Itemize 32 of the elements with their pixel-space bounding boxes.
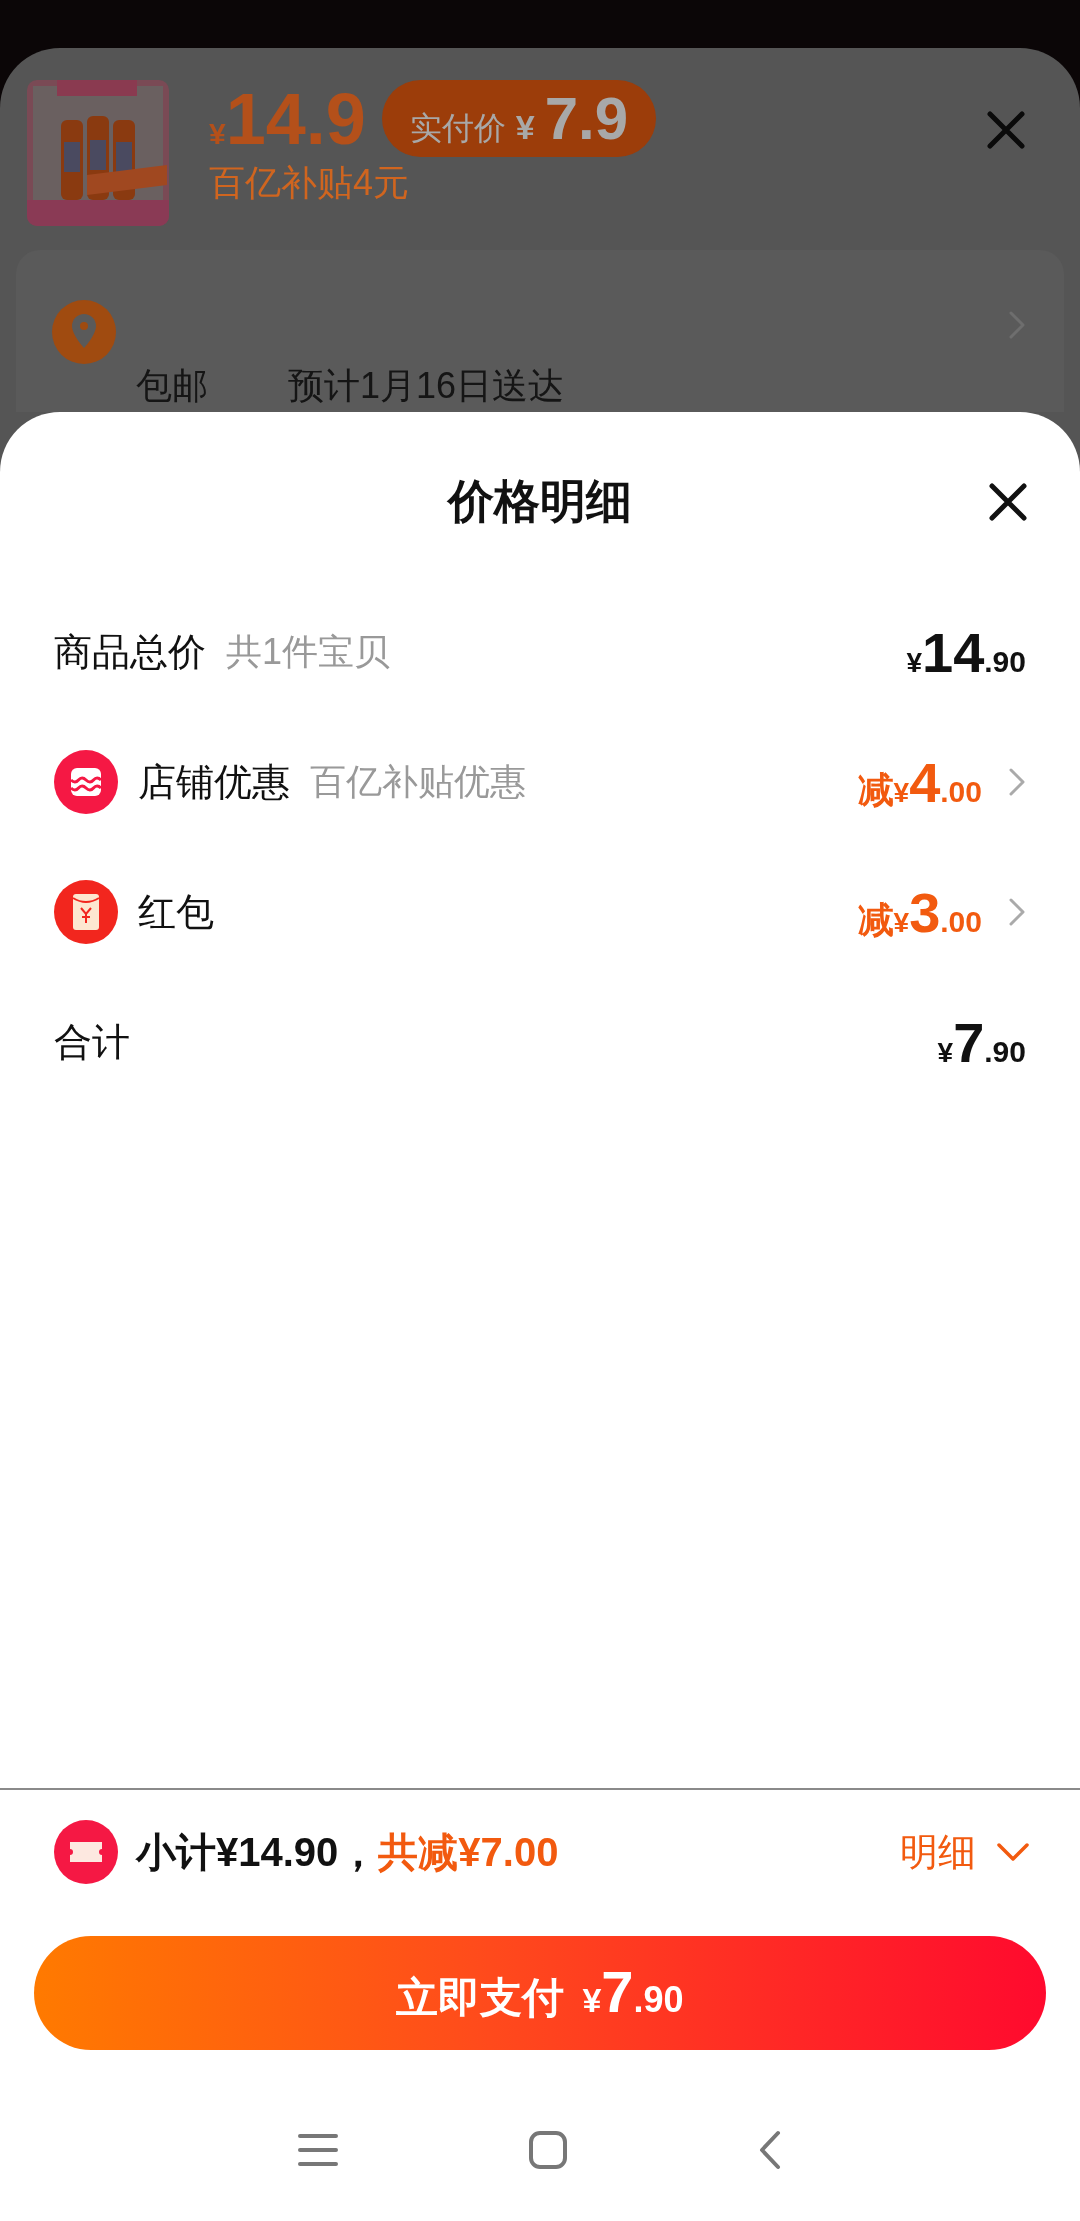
- store-icon: [54, 750, 118, 814]
- back-icon[interactable]: [758, 2130, 782, 2170]
- discount-row[interactable]: 店铺优惠 百亿补贴优惠 减¥4.00: [0, 717, 1080, 847]
- menu-icon[interactable]: [298, 2133, 338, 2167]
- chevron-right-icon: [1008, 767, 1026, 797]
- row-label: 商品总价: [54, 629, 206, 675]
- pay-button[interactable]: 立即支付 ¥7.90: [34, 1936, 1046, 2050]
- row-note: 百亿补贴优惠: [310, 759, 526, 804]
- chevron-right-icon: [1008, 897, 1026, 927]
- delivery-estimate: 预计1月16日送达: [288, 364, 565, 408]
- reduction-text: 共减¥7.00: [378, 1828, 559, 1876]
- row-label: 红包: [138, 889, 214, 935]
- discount-amount: 减¥4.00: [857, 749, 982, 815]
- discount-row[interactable]: 红包 减¥3.00: [0, 847, 1080, 977]
- row-label: 合计: [54, 1019, 130, 1065]
- subtotal-text: 小计¥14.90，: [136, 1828, 379, 1876]
- shipping-text: 包邮: [136, 364, 208, 408]
- sheet-title: 价格明细: [448, 474, 632, 529]
- envelope-icon: [54, 880, 118, 944]
- actual-price-badge: 实付价 ¥ 7.9: [381, 80, 657, 157]
- location-icon: [52, 300, 116, 364]
- subsidy-text: 百亿补贴4元: [209, 161, 411, 205]
- discount-amount: 减¥3.00: [857, 879, 982, 945]
- row-label: 店铺优惠: [138, 759, 290, 805]
- row-note: 共1件宝贝: [226, 629, 391, 674]
- price-amount: ¥7.90: [937, 1009, 1026, 1075]
- coupon-icon: [54, 1820, 118, 1884]
- product-price: ¥14.9: [209, 82, 366, 155]
- price-amount: ¥14.90: [906, 619, 1026, 685]
- chevron-down-icon: [996, 1842, 1030, 1862]
- home-icon[interactable]: [528, 2130, 568, 2170]
- close-icon[interactable]: [988, 482, 1028, 522]
